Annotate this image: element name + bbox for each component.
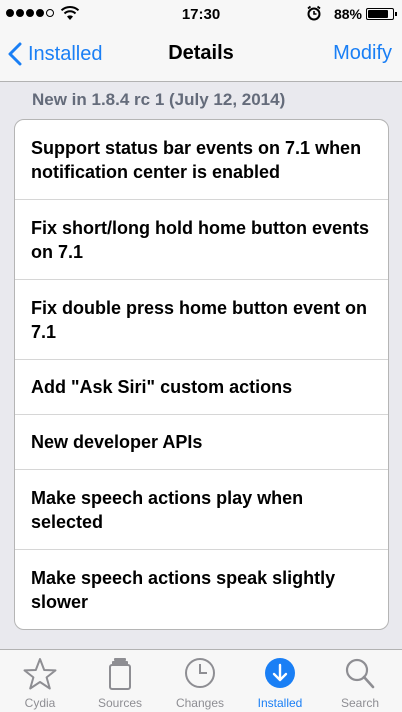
tab-sources[interactable]: Sources — [80, 650, 160, 712]
status-bar: 17:30 88% — [0, 0, 402, 28]
tab-cydia[interactable]: Cydia — [0, 650, 80, 712]
tab-bar: Cydia Sources Changes Installed Search — [0, 649, 402, 712]
battery-icon — [366, 8, 397, 20]
modify-button[interactable]: Modify — [333, 42, 392, 65]
list-item: New developer APIs — [15, 415, 388, 470]
list-item-text: Support status bar events on 7.1 when no… — [31, 137, 362, 182]
list-item-text: Fix double press home button event on 7.… — [31, 297, 368, 342]
tab-changes[interactable]: Changes — [160, 650, 240, 712]
list-item: Fix double press home button event on 7.… — [15, 280, 388, 360]
tab-label: Sources — [97, 696, 143, 710]
sources-icon — [109, 658, 131, 690]
section-header: New in 1.8.4 rc 1 (July 12, 2014) — [32, 90, 286, 109]
list-item: Make speech actions speak slightly slowe… — [15, 550, 388, 629]
list-item-text: Make speech actions speak slightly slowe… — [31, 568, 336, 612]
clock-icon — [185, 658, 215, 688]
list-item: Support status bar events on 7.1 when no… — [15, 120, 388, 200]
tab-installed[interactable]: Installed — [240, 650, 320, 712]
tab-label: Changes — [175, 696, 225, 710]
list-item-text: New developer APIs — [31, 432, 203, 452]
battery-percentage: 88% — [333, 6, 362, 22]
list-item: Make speech actions play when selected — [15, 470, 388, 550]
list-item-text: Fix short/long hold home button events o… — [31, 217, 369, 262]
changes-list: Support status bar events on 7.1 when no… — [14, 119, 389, 630]
list-item-text: Make speech actions play when selected — [31, 487, 304, 532]
navigation-bar: Installed Details Modify — [0, 28, 402, 82]
tab-search[interactable]: Search — [320, 650, 400, 712]
star-icon — [23, 658, 57, 690]
tab-label: Search — [340, 696, 380, 710]
tab-label: Installed — [257, 696, 303, 710]
list-item: Fix short/long hold home button events o… — [15, 200, 388, 280]
search-icon — [345, 658, 375, 689]
list-item-text: Add "Ask Siri" custom actions — [31, 377, 293, 397]
tab-label: Cydia — [24, 696, 56, 710]
list-item: Add "Ask Siri" custom actions — [15, 360, 388, 415]
download-icon — [265, 658, 295, 688]
alarm-icon — [306, 5, 322, 24]
